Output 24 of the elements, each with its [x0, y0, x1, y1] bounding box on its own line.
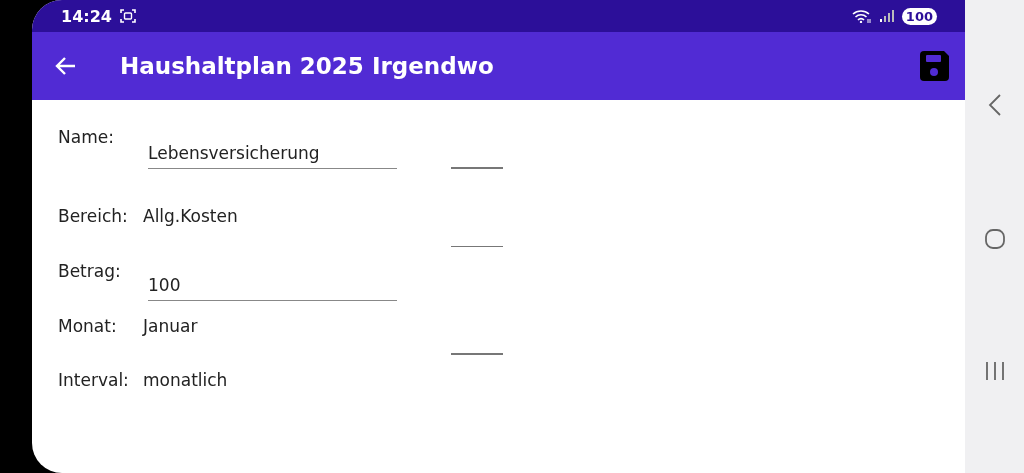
wifi-icon [851, 9, 872, 23]
input-field[interactable]: Lebensversicherung [148, 138, 397, 169]
field-value: Allg.Kosten [143, 206, 239, 226]
screenshot-icon [119, 9, 136, 23]
field-label: Bereich: [58, 206, 129, 226]
field-label: Name: [58, 127, 115, 147]
recents-nav-icon[interactable] [984, 361, 1005, 381]
page-title: Haushaltplan 2025 Irgendwo [120, 53, 494, 79]
input-field[interactable]: 100 [148, 270, 397, 301]
home-nav-icon[interactable] [984, 228, 1005, 249]
signal-icon [879, 10, 894, 22]
status-time: 14:24 [61, 6, 112, 26]
field-value: monatlich [143, 370, 229, 390]
field-value: Januar [143, 316, 199, 336]
blank-line [451, 245, 503, 247]
blank-line [451, 167, 503, 169]
back-icon[interactable] [54, 56, 76, 76]
field-label: Interval: [58, 370, 130, 390]
field-label: Monat: [58, 316, 118, 336]
back-nav-icon[interactable] [987, 94, 1002, 116]
blank-line [451, 353, 503, 355]
save-icon[interactable] [917, 49, 951, 83]
battery-indicator: 100 [901, 7, 937, 25]
field-label: Betrag: [58, 261, 122, 281]
